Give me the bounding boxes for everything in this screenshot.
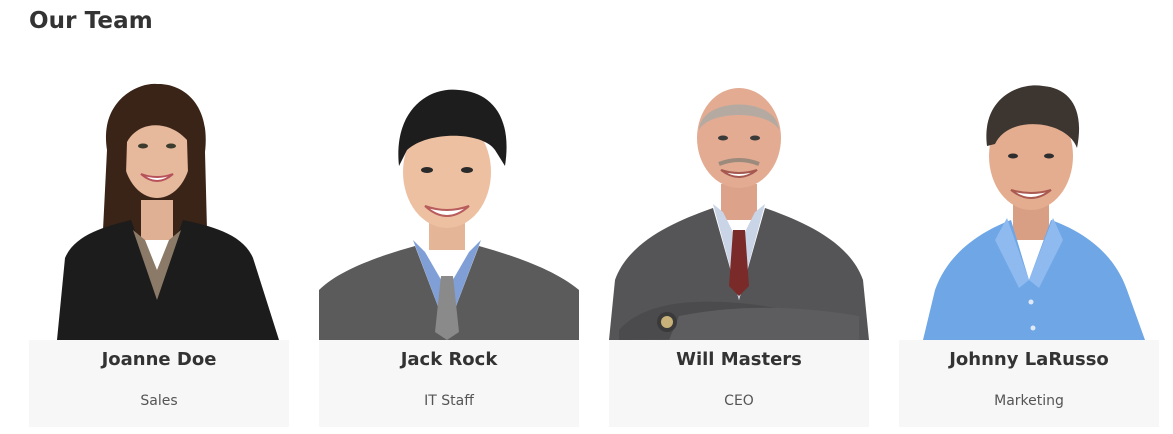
team-member-name: Will Masters — [676, 349, 802, 370]
team-grid: Joanne Doe Sales Jack Rock IT Staff Will… — [29, 80, 1159, 427]
team-member-role: Sales — [140, 393, 178, 409]
team-member-name: Joanne Doe — [101, 349, 217, 370]
team-member-info: Johnny LaRusso Marketing — [899, 340, 1159, 427]
team-member-photo — [29, 80, 289, 340]
team-member-info: Jack Rock IT Staff — [319, 340, 579, 427]
portrait-woman-icon — [29, 80, 289, 340]
team-member-card: Joanne Doe Sales — [29, 80, 289, 427]
team-member-role: CEO — [724, 393, 754, 409]
team-member-role: IT Staff — [424, 393, 474, 409]
team-member-role: Marketing — [994, 393, 1064, 409]
team-member-card: Will Masters CEO — [609, 80, 869, 427]
portrait-man-suit-icon — [319, 80, 579, 340]
portrait-man-arms-crossed-icon — [609, 80, 869, 340]
team-member-name: Johnny LaRusso — [949, 349, 1109, 370]
team-member-card: Johnny LaRusso Marketing — [899, 80, 1159, 427]
team-member-photo — [899, 80, 1159, 340]
team-member-name: Jack Rock — [400, 349, 498, 370]
team-member-photo — [319, 80, 579, 340]
portrait-man-blue-shirt-icon — [899, 80, 1159, 340]
team-member-info: Joanne Doe Sales — [29, 340, 289, 427]
team-member-info: Will Masters CEO — [609, 340, 869, 427]
team-member-photo — [609, 80, 869, 340]
page-title: Our Team — [29, 8, 153, 34]
team-member-card: Jack Rock IT Staff — [319, 80, 579, 427]
